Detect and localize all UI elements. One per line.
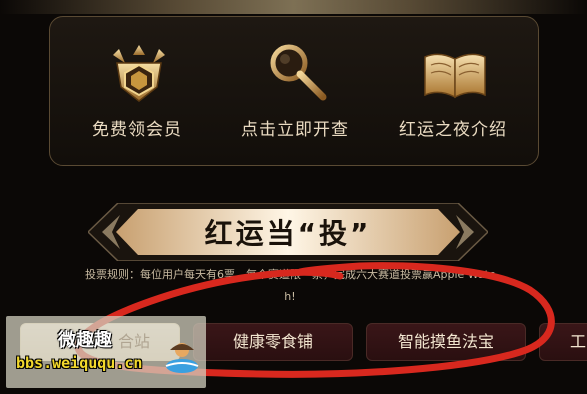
swimmer-emoji-icon [165, 343, 199, 373]
free-vip-label: 免费领会员 [92, 120, 182, 140]
feature-panel: 免费领会员 点击立即开查 红运之夜介绍 [49, 16, 539, 166]
vote-banner: 红运当“投” [88, 203, 488, 261]
banner-title: 红运当“投” [204, 217, 372, 250]
open-book-icon [423, 41, 487, 105]
free-vip-button[interactable]: 免费领会员 [62, 17, 212, 167]
watermark-url: bbs.weiququ.cn [16, 354, 143, 372]
watermark-title: 微趣趣 [58, 330, 112, 351]
watermark: 微趣趣 bbs.weiququ.cn [6, 316, 206, 388]
check-now-button[interactable]: 点击立即开查 [220, 17, 370, 167]
tab-label: 健康零食铺 [232, 332, 313, 351]
red-luck-night-intro-button[interactable]: 红运之夜介绍 [378, 17, 528, 167]
check-now-label: 点击立即开查 [241, 120, 349, 140]
tab-healthy-snacks[interactable]: 健康零食铺 [193, 323, 353, 361]
vote-rules-line1: 投票规则：每位用户每天有6票，每个赛道限一票，完成六大赛道投票赢Apple Wa… [84, 268, 496, 281]
vote-rules-line2: h! [284, 290, 296, 303]
red-luck-night-intro-label: 红运之夜介绍 [399, 120, 507, 140]
vip-badge-icon [107, 41, 171, 105]
tab-smart-slacking[interactable]: 智能摸鱼法宝 [366, 323, 526, 361]
tab-label: 工 [570, 332, 587, 351]
tab-label: 智能摸鱼法宝 [397, 332, 494, 351]
top-glow [0, 0, 587, 14]
magnifier-icon [265, 41, 329, 105]
tab-category-4[interactable]: 工 [539, 323, 587, 361]
